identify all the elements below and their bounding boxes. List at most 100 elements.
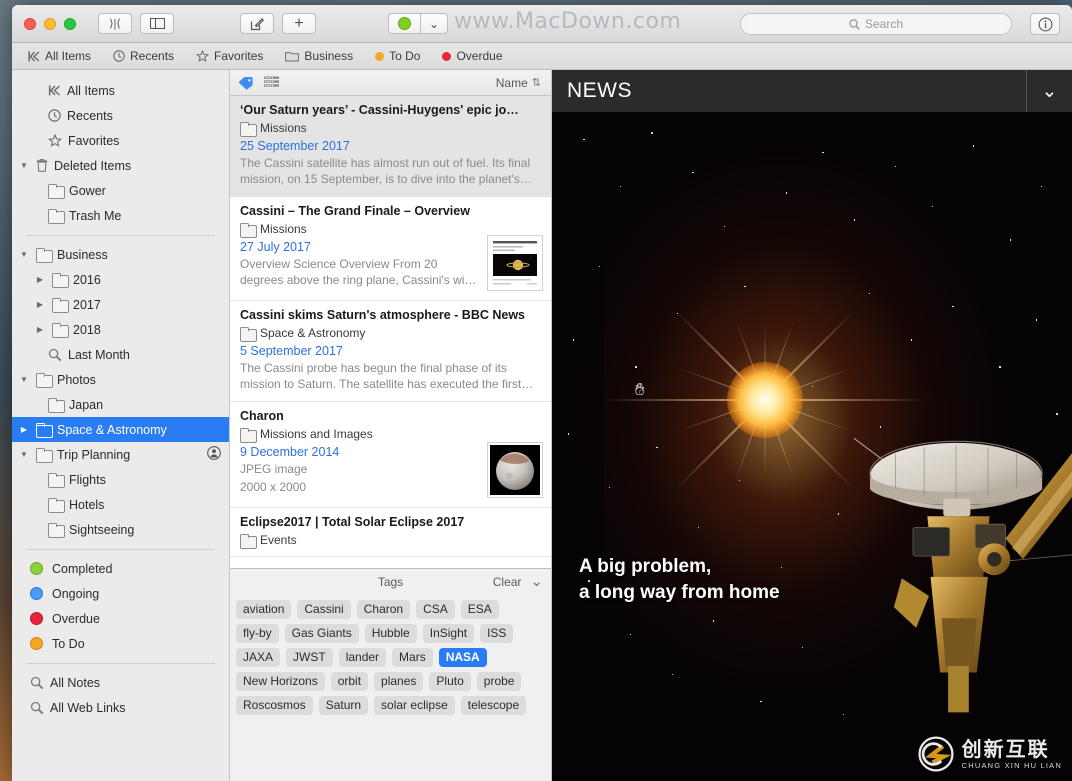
tag-chip[interactable]: InSight	[422, 624, 475, 643]
tag-chip[interactable]: Gas Giants	[284, 624, 359, 643]
tag-chip[interactable]: ESA	[460, 600, 499, 619]
app-window: ⟩|⟨ + ⌄ www.MacDown.com Search All Items…	[12, 5, 1072, 781]
watermark-cn: 创新互联	[961, 736, 1050, 761]
sidebar-item-2018[interactable]: ▶ 2018	[12, 317, 229, 342]
sidebar-item-to-do[interactable]: To Do	[12, 631, 229, 656]
dot-icon	[30, 637, 43, 650]
list-item[interactable]: ‘Our Saturn years’ - Cassini-Huygens' ep…	[230, 96, 551, 197]
tab-all-items[interactable]: All Items	[28, 49, 91, 63]
list-view-icon[interactable]	[264, 76, 279, 89]
twisty-icon[interactable]: ▼	[18, 375, 30, 384]
tag-chip[interactable]: telescope	[460, 696, 527, 715]
sidebar-item-label: 2017	[73, 297, 101, 312]
tab-overdue[interactable]: Overdue	[442, 49, 503, 63]
sidebar-item-sightseeing[interactable]: Sightseeing	[12, 517, 229, 542]
tag-chip[interactable]: Saturn	[318, 696, 369, 715]
sidebar-item-all-items[interactable]: All Items	[12, 78, 229, 103]
tag-chip[interactable]: Roscosmos	[236, 696, 313, 715]
tag-chip[interactable]: solar eclipse	[374, 696, 455, 715]
search-input[interactable]: Search	[740, 13, 1012, 35]
sort-direction-icon[interactable]: ⇅	[532, 76, 541, 89]
tag-chip[interactable]: New Horizons	[236, 672, 325, 691]
twisty-icon[interactable]: ▶	[18, 425, 30, 434]
sidebar-item-flights[interactable]: Flights	[12, 467, 229, 492]
sidebar-item-gower[interactable]: Gower	[12, 178, 229, 203]
sidebar-item-label: All Web Links	[50, 700, 126, 715]
tag-chip[interactable]: fly-by	[236, 624, 279, 643]
tag-chip[interactable]: Charon	[356, 600, 411, 619]
clear-tags-button[interactable]: Clear	[493, 575, 522, 589]
list-header: Name ⇅	[230, 70, 551, 96]
sidebar-item-ongoing[interactable]: Ongoing	[12, 581, 229, 606]
tag-chip-selected[interactable]: NASA	[438, 648, 487, 667]
twisty-icon[interactable]: ▼	[18, 161, 30, 170]
sidebar-item-all-web-links[interactable]: All Web Links	[12, 695, 229, 720]
tag-chip[interactable]: ISS	[480, 624, 514, 643]
list-item[interactable]: Cassini – The Grand Finale – Overview Mi…	[230, 197, 551, 301]
tag-chip[interactable]: aviation	[236, 600, 292, 619]
preview-content[interactable]: ✋︎ A big problem, a long way from home 创…	[552, 112, 1072, 781]
sidebar-item-favorites[interactable]: Favorites	[12, 128, 229, 153]
tab-business[interactable]: Business	[285, 49, 353, 63]
sidebar-item-photos[interactable]: ▼ Photos	[12, 367, 229, 392]
sidebar-item-hotels[interactable]: Hotels	[12, 492, 229, 517]
sidebar-item-label: Overdue	[52, 611, 100, 626]
sidebar-item-deleted-items[interactable]: ▼ Deleted Items	[12, 153, 229, 178]
info-button[interactable]	[1030, 13, 1060, 35]
status-color-button[interactable]	[388, 13, 420, 34]
sidebar-item-all-notes[interactable]: All Notes	[12, 670, 229, 695]
item-list[interactable]: ‘Our Saturn years’ - Cassini-Huygens' ep…	[230, 96, 551, 568]
sidebar-item-last-month[interactable]: Last Month	[12, 342, 229, 367]
compose-note-button[interactable]	[240, 13, 274, 34]
sidebar-item-recents[interactable]: Recents	[12, 103, 229, 128]
list-item[interactable]: Eclipse2017 | Total Solar Eclipse 2017 E…	[230, 508, 551, 557]
minimize-button[interactable]	[44, 17, 56, 30]
sidebar-item-trip-planning[interactable]: ▼ Trip Planning	[12, 442, 229, 467]
tab-to-do[interactable]: To Do	[375, 49, 420, 63]
sidebar-item-2016[interactable]: ▶ 2016	[12, 267, 229, 292]
twisty-icon[interactable]: ▶	[34, 275, 46, 284]
tag-chip[interactable]: lander	[338, 648, 387, 667]
twisty-icon[interactable]: ▶	[34, 325, 46, 334]
tag-chip[interactable]: Mars	[392, 648, 433, 667]
twisty-icon[interactable]: ▼	[18, 450, 30, 459]
tag-chip[interactable]: JWST	[286, 648, 333, 667]
sidebar-item-business[interactable]: ▼ Business	[12, 242, 229, 267]
sidebar-item-label: Space & Astronomy	[57, 422, 167, 437]
tag-chip[interactable]: Hubble	[364, 624, 417, 643]
tags-list[interactable]: aviation Cassini Charon CSA ESA fly-by G…	[230, 594, 551, 715]
sidebar-item-2017[interactable]: ▶ 2017	[12, 292, 229, 317]
sidebar-item-completed[interactable]: Completed	[12, 556, 229, 581]
tag-chip[interactable]: Cassini	[297, 600, 351, 619]
tag-icon[interactable]	[238, 76, 254, 90]
chevron-down-icon[interactable]: ⌄	[1026, 70, 1072, 112]
sidebar-item-trash-me[interactable]: Trash Me	[12, 203, 229, 228]
site-watermark: www.MacDown.com	[454, 9, 682, 34]
chevron-down-icon[interactable]: ⌄	[530, 574, 543, 589]
tab-recents[interactable]: Recents	[113, 49, 174, 63]
twisty-icon[interactable]: ▶	[34, 300, 46, 309]
toggle-sidebar-button[interactable]	[140, 13, 174, 34]
sidebar-item-space-and-astronomy[interactable]: ▶ Space & Astronomy	[12, 417, 229, 442]
list-item[interactable]: Charon Missions and Images 9 December 20…	[230, 402, 551, 508]
folder-icon	[240, 222, 257, 238]
list-item[interactable]: Cassini skims Saturn's atmosphere - BBC …	[230, 301, 551, 402]
sidebar-item-overdue[interactable]: Overdue	[12, 606, 229, 631]
close-button[interactable]	[24, 17, 36, 30]
tag-chip[interactable]: CSA	[416, 600, 455, 619]
dot-icon	[30, 587, 43, 600]
tag-chip[interactable]: planes	[374, 672, 424, 691]
tag-chip[interactable]: probe	[476, 672, 522, 691]
tag-chip[interactable]: orbit	[330, 672, 369, 691]
twisty-icon[interactable]: ▼	[18, 250, 30, 259]
title-bar: ⟩|⟨ + ⌄ www.MacDown.com Search	[12, 5, 1072, 43]
tag-chip[interactable]: JAXA	[236, 648, 281, 667]
tab-favorites[interactable]: Favorites	[196, 49, 263, 63]
add-item-button[interactable]: +	[282, 13, 316, 34]
status-dropdown-button[interactable]: ⌄	[420, 13, 449, 34]
sort-label[interactable]: Name	[496, 76, 528, 90]
tag-chip[interactable]: Pluto	[429, 672, 471, 691]
zoom-button[interactable]	[64, 17, 76, 30]
collapse-panes-button[interactable]: ⟩|⟨	[98, 13, 132, 34]
sidebar-item-japan[interactable]: Japan	[12, 392, 229, 417]
